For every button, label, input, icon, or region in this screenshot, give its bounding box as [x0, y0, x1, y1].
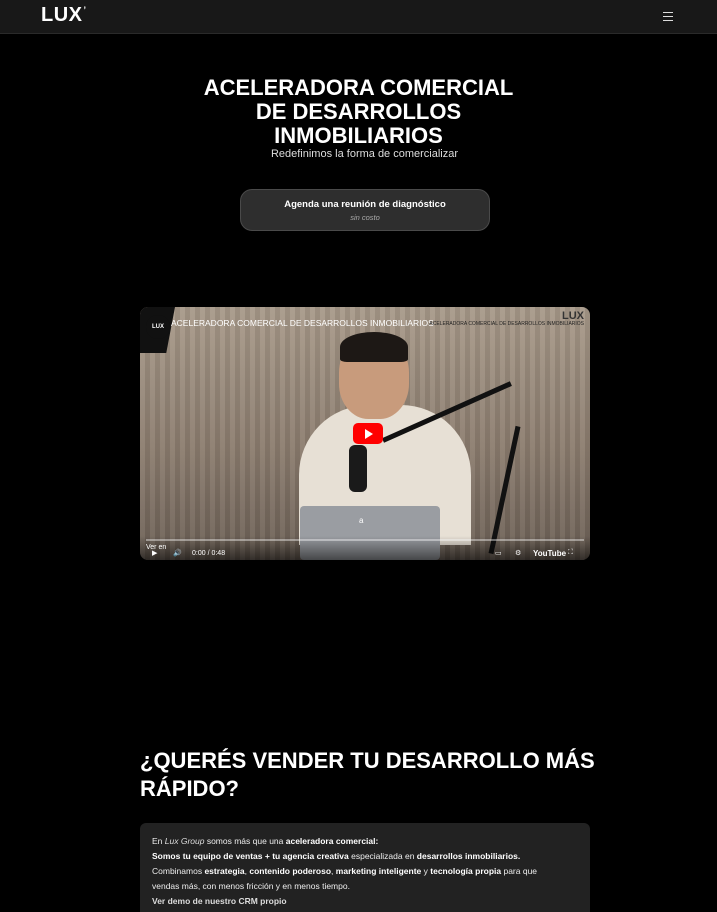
video-caption: a — [359, 516, 364, 525]
video-watermark: LUX ACELERADORA COMERCIAL DE DESARROLLOS… — [429, 311, 584, 328]
crm-demo-link[interactable]: Ver demo de nuestro CRM propio — [152, 896, 287, 906]
cta-label: Agenda una reunión de diagnóstico — [284, 199, 446, 210]
hero-title-line: ACELERADORA COMERCIAL — [203, 75, 514, 100]
video-player[interactable]: LUX ACELERADORA COMERCIAL DE DESARROLLOS… — [140, 307, 590, 560]
logo-mark: ’ — [83, 5, 87, 16]
subtitles-icon[interactable]: ▭ — [495, 549, 502, 557]
play-button[interactable] — [353, 423, 383, 444]
cta-sublabel: sin costo — [350, 213, 380, 222]
intro-card: En Lux Group somos más que una acelerado… — [140, 823, 590, 912]
brand-name: Lux Group — [164, 836, 205, 846]
play-icon[interactable]: ▶ — [152, 549, 157, 557]
hero-title-line: INMOBILIARIOS — [274, 123, 443, 148]
watermark-text: ACELERADORA COMERCIAL DE DESARROLLOS INM… — [429, 321, 584, 327]
progress-bar[interactable] — [146, 539, 584, 541]
settings-icon[interactable]: ⚙ — [515, 549, 521, 557]
intro-paragraph-4: vendas más, con menos fricción y en meno… — [152, 881, 350, 891]
schedule-meeting-button[interactable]: Agenda una reunión de diagnóstico sin co… — [240, 189, 490, 231]
logo-text: LUX — [41, 4, 83, 26]
hero-subtitle: Redefinimos la forma de comercializar — [270, 148, 459, 160]
volume-icon[interactable]: 🔊 — [173, 549, 182, 557]
hero-title-line: DE DESARROLLOS — [255, 99, 462, 124]
hero-title: ACELERADORA COMERCIAL DE DESARROLLOS INM… — [0, 76, 717, 148]
section-title: ¿QUERÉS VENDER TU DESARROLLO MÁS RÁPIDO? — [140, 748, 595, 801]
video-frame-hair — [340, 332, 408, 362]
mic-pole — [488, 425, 521, 555]
lux-logo[interactable]: LUX’ — [41, 4, 87, 27]
time-display: 0:00 / 0:48 — [192, 550, 226, 557]
top-navbar: LUX’ — [0, 0, 717, 34]
microphone — [349, 445, 367, 492]
fullscreen-icon[interactable]: ⛶ — [568, 549, 573, 557]
intro-paragraph-2: Somos tu equipo de ventas + tu agencia c… — [152, 851, 521, 861]
video-title[interactable]: ACELERADORA COMERCIAL DE DESARROLLOS INM… — [171, 318, 434, 328]
channel-avatar[interactable]: LUX — [146, 315, 170, 339]
intro-paragraph-1: En Lux Group somos más que una acelerado… — [152, 836, 379, 846]
youtube-logo[interactable]: YouTube — [533, 549, 566, 558]
hamburger-icon[interactable] — [661, 9, 675, 23]
video-controls: Ver en ▶ 🔊 0:00 / 0:48 ▭ ⚙ YouTube ⛶ — [140, 536, 590, 560]
intro-paragraph-3: Combinamos estrategia, contenido poderos… — [152, 866, 538, 876]
